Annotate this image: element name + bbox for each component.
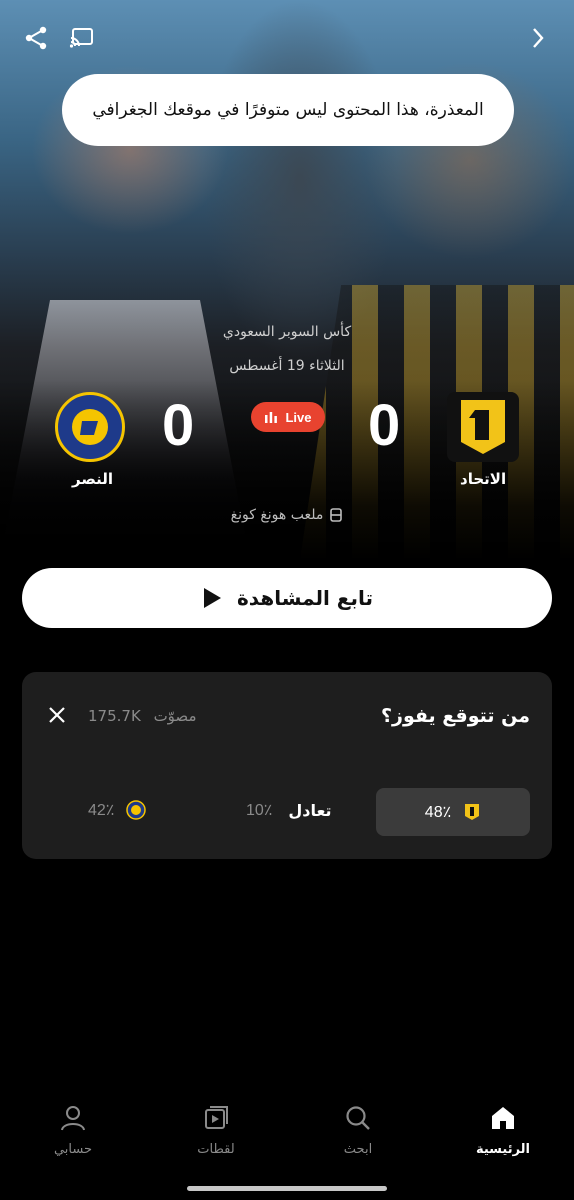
close-icon[interactable] bbox=[46, 704, 68, 726]
continue-watching-button[interactable]: تابع المشاهدة bbox=[22, 568, 552, 628]
gesture-bar[interactable] bbox=[187, 1186, 387, 1191]
match-date: الثلاثاء 19 أغسطس bbox=[229, 358, 345, 374]
poll-vote-count: 175.7K مصوّت bbox=[88, 707, 196, 725]
competition-name: كأس السوبر السعودي bbox=[222, 324, 352, 340]
nav-item-search[interactable]: ابحث bbox=[303, 1104, 413, 1157]
nav-label-clips: لقطات bbox=[197, 1142, 235, 1157]
venue-row: ملعب هونغ كونغ bbox=[0, 507, 574, 523]
nav-label-home: الرئيسية bbox=[475, 1142, 531, 1157]
votes-label: مصوّت bbox=[153, 707, 197, 725]
nav-label-search: ابحث bbox=[343, 1142, 373, 1157]
home-percent: 48٪ bbox=[424, 804, 452, 821]
venue-name: ملعب هونغ كونغ bbox=[230, 507, 324, 523]
live-badge: Live bbox=[251, 402, 325, 432]
live-label: Live bbox=[285, 409, 312, 425]
away-percent: 42٪ bbox=[88, 802, 115, 819]
poll-title: من تتوقع يفوز؟ bbox=[381, 705, 530, 727]
away-team-score: 0 bbox=[162, 393, 195, 458]
bottom-navigation: الرئيسية ابحث لقطات حسابي bbox=[0, 1090, 574, 1200]
geo-block-toast: المعذرة، هذا المحتوى ليس متوفرًا في موقع… bbox=[62, 74, 514, 146]
home-team-mini-logo bbox=[465, 804, 480, 820]
poll-option-draw[interactable]: 10٪ تعادل bbox=[246, 800, 332, 820]
stadium-icon bbox=[330, 508, 343, 522]
votes-count: 175.7K bbox=[88, 707, 141, 725]
back-chevron-icon[interactable] bbox=[524, 24, 552, 52]
toast-message: المعذرة، هذا المحتوى ليس متوفرًا في موقع… bbox=[92, 100, 484, 120]
cast-icon[interactable] bbox=[68, 24, 96, 52]
play-icon bbox=[203, 588, 221, 608]
draw-percent: 10٪ bbox=[246, 802, 273, 819]
nav-item-home[interactable]: الرئيسية bbox=[448, 1104, 558, 1157]
account-icon bbox=[61, 1106, 85, 1131]
share-icon[interactable] bbox=[22, 24, 50, 52]
search-icon bbox=[346, 1106, 370, 1130]
poll-option-away[interactable]: 42٪ bbox=[88, 800, 147, 820]
away-team-name: النصر bbox=[72, 470, 114, 488]
nav-item-account[interactable]: حسابي bbox=[18, 1104, 128, 1157]
away-team-logo bbox=[55, 392, 125, 462]
home-team-score: 0 bbox=[368, 393, 401, 458]
nav-item-clips[interactable]: لقطات bbox=[161, 1104, 271, 1157]
nav-label-account: حسابي bbox=[53, 1142, 93, 1157]
home-icon bbox=[492, 1107, 514, 1129]
home-team-logo bbox=[447, 392, 519, 462]
draw-label: تعادل bbox=[288, 800, 332, 820]
away-team-mini-logo bbox=[126, 800, 147, 820]
continue-watching-label: تابع المشاهدة bbox=[236, 586, 373, 610]
home-team-name: الاتحاد bbox=[460, 470, 507, 488]
clips-icon bbox=[205, 1106, 228, 1129]
prediction-poll-card: 175.7K مصوّت من تتوقع يفوز؟ 48٪ 10٪ تعاد… bbox=[22, 672, 552, 859]
live-bars-icon bbox=[265, 412, 278, 423]
poll-option-home[interactable]: 48٪ bbox=[376, 788, 530, 836]
